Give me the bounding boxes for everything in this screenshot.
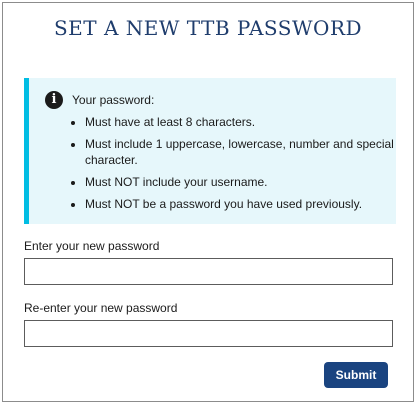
password-reset-panel: SET A NEW TTB PASSWORD i Your password: … (2, 2, 414, 402)
new-password-label: Enter your new password (24, 239, 160, 253)
password-requirements-alert: i Your password: Must have at least 8 ch… (24, 78, 396, 224)
requirement-item: Must have at least 8 characters. (85, 114, 395, 130)
requirement-item: Must include 1 uppercase, lowercase, num… (85, 136, 395, 168)
submit-button[interactable]: Submit (324, 362, 388, 388)
confirm-password-label: Re-enter your new password (24, 301, 178, 315)
requirements-heading: Your password: (72, 93, 155, 107)
info-circle-icon: i (45, 91, 63, 109)
requirement-item: Must NOT be a password you have used pre… (85, 196, 395, 212)
requirement-item: Must NOT include your username. (85, 174, 395, 190)
new-password-input[interactable] (24, 258, 393, 285)
page-title: SET A NEW TTB PASSWORD (53, 16, 363, 40)
confirm-password-input[interactable] (24, 320, 393, 347)
requirements-list: Must have at least 8 characters. Must in… (67, 114, 395, 218)
